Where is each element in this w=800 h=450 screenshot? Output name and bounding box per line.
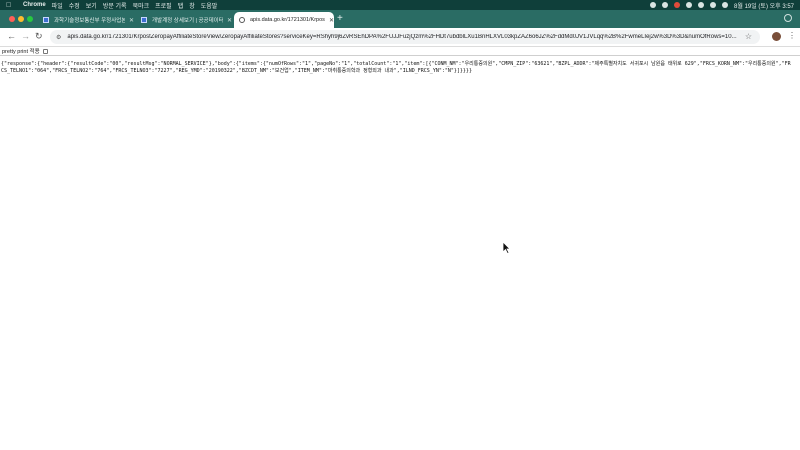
status-tray: 8월 19일 (토) 오후 3:57 [650,0,794,10]
app-status-icon[interactable] [662,2,669,8]
address-url[interactable]: apis.data.go.kr/1721301/KrpostZeropayAff… [67,34,747,40]
browser-toolbar: ← → ↻ ⚙ apis.data.go.kr/1721301/KrpostZe… [0,28,800,47]
wifi-icon[interactable] [698,2,705,8]
more-menu-icon[interactable]: ⋮ [788,31,796,40]
address-bar[interactable]: ⚙ apis.data.go.kr/1721301/KrpostZeropayA… [50,30,760,44]
record-icon[interactable] [650,2,657,8]
mouse-cursor-icon [502,241,511,254]
menu-edit[interactable]: 수정 [69,1,80,10]
forward-arrow-icon[interactable]: → [21,31,30,41]
json-response-text: {"response":{"header":{"resultCode":"00"… [1,61,791,74]
tab-api-response[interactable]: apis.data.go.kr/1721301/Krpos ✕ [234,12,334,28]
doc-icon [141,17,147,23]
close-icon[interactable]: ✕ [227,17,232,24]
notification-icon[interactable] [674,2,681,8]
menu-view[interactable]: 보기 [86,1,97,10]
apple-icon[interactable]:  [6,2,14,9]
tab-title: apis.data.go.kr/1721301/Krpos [250,17,325,23]
menu-app-name[interactable]: Chrome [23,2,46,8]
back-arrow-icon[interactable]: ← [7,31,16,41]
menu-help[interactable]: 도움말 [201,1,218,10]
new-tab-button[interactable]: + [337,13,343,24]
tab-title: 개발계정 상세보기 | 공공데이터포털 [152,18,223,24]
close-window-button[interactable] [9,16,15,22]
pretty-print-toggle[interactable]: pretty print 적용 [2,47,48,55]
macos-menu-bar:  Chrome 파일 수정 보기 방문 기록 북마크 프로필 탭 창 도움말 … [0,0,800,10]
tab-data-portal[interactable]: 개발계정 상세보기 | 공공데이터포털 ✕ [136,12,232,28]
tab-msit-post[interactable]: 과학기술정보통신부 우정사업본부 ✕ [38,12,134,28]
tab-strip: 과학기술정보통신부 우정사업본부 ✕ 개발계정 상세보기 | 공공데이터포털 ✕… [0,10,800,28]
menubar-clock[interactable]: 8월 19일 (토) 오후 3:57 [734,1,794,10]
globe-icon [239,17,245,23]
bookmark-star-icon[interactable]: ☆ [745,32,752,41]
menu-history[interactable]: 방문 기록 [103,1,127,10]
menu-profiles[interactable]: 프로필 [155,1,172,10]
pretty-print-checkbox[interactable] [42,48,48,54]
menu-file[interactable]: 파일 [52,1,63,10]
minimize-window-button[interactable] [18,16,24,22]
tab-title: 과학기술정보통신부 우정사업본부 [54,18,125,24]
menu-bookmarks[interactable]: 북마크 [133,1,150,10]
reload-icon[interactable]: ↻ [35,31,43,42]
tab-search-icon[interactable] [784,14,792,22]
menu-window[interactable]: 창 [189,1,195,10]
battery-icon[interactable] [686,2,693,8]
divider [0,55,800,56]
close-icon[interactable]: ✕ [329,17,334,24]
control-center-icon[interactable] [722,2,729,8]
close-icon[interactable]: ✕ [129,17,134,24]
fullscreen-window-button[interactable] [27,16,33,22]
search-icon[interactable] [710,2,717,8]
doc-icon [43,17,49,23]
profile-avatar[interactable] [772,32,781,41]
menu-tab[interactable]: 탭 [178,1,184,10]
site-info-icon[interactable]: ⚙ [56,34,61,41]
pretty-print-label: pretty print 적용 [2,49,40,55]
